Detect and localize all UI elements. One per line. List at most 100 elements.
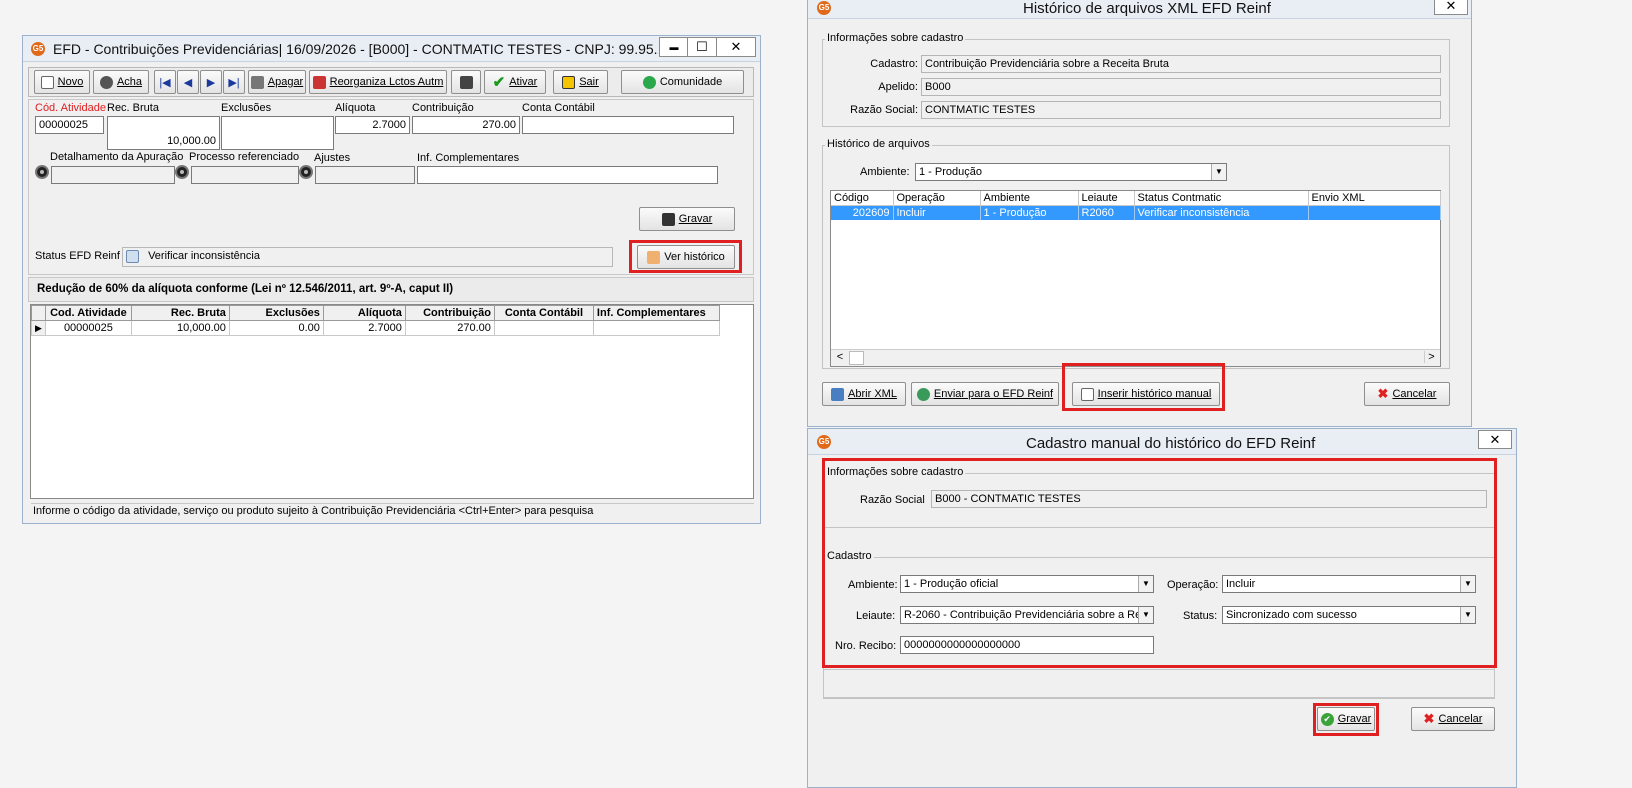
abrir-xml-button[interactable]: Abrir XML: [822, 382, 906, 406]
status-efd-value: Verificar inconsistência: [148, 250, 260, 263]
app-logo-icon: G5: [817, 435, 831, 449]
notice-text: Redução de 60% da alíquota conforme (Lei…: [37, 283, 454, 295]
cell-conta-contabil: [493, 320, 594, 336]
col-cod-atividade[interactable]: Cod. Atividade: [44, 305, 132, 321]
ver-historico-button[interactable]: Ver histórico: [637, 245, 735, 269]
cell-inf-complementares: [592, 320, 720, 336]
cod-atividade-input[interactable]: 00000025: [35, 116, 104, 134]
apagar-button[interactable]: Apagar: [248, 70, 306, 94]
col-contribuicao[interactable]: Contribuição: [404, 305, 495, 321]
printer-icon: [459, 75, 473, 89]
acha-label: Acha: [116, 76, 143, 88]
col-envio-xml[interactable]: Envio XML: [1308, 191, 1441, 206]
ajustes-field[interactable]: [315, 166, 415, 184]
scroll-right-icon[interactable]: >: [1424, 351, 1438, 363]
novo-button[interactable]: Novo: [34, 70, 90, 94]
col-codigo[interactable]: Código: [831, 191, 894, 206]
cadastro-close-button[interactable]: ✕: [1478, 430, 1512, 449]
prev-record-button[interactable]: ◀: [177, 70, 199, 94]
operacao-select[interactable]: Incluir ▼: [1222, 575, 1476, 593]
chevron-down-icon: ▼: [1460, 607, 1475, 623]
processo-radio[interactable]: [175, 165, 189, 179]
binoculars-icon: [99, 75, 113, 89]
comunidade-button[interactable]: Comunidade: [621, 70, 744, 94]
rec-bruta-input[interactable]: 10,000.00: [107, 116, 220, 150]
comunidade-label: Comunidade: [659, 76, 723, 88]
main-window-title: EFD - Contribuições Previdenciárias| 16/…: [53, 41, 666, 57]
cell-ambiente: 1 - Produção: [980, 205, 1079, 220]
history-icon: [647, 250, 661, 264]
minimize-button[interactable]: ▬: [659, 37, 689, 57]
col-ambiente[interactable]: Ambiente: [980, 191, 1079, 206]
conta-contabil-input[interactable]: [522, 116, 734, 134]
scroll-left-icon[interactable]: <: [833, 351, 847, 363]
processo-field[interactable]: [191, 166, 299, 184]
detalhamento-radio[interactable]: [35, 165, 49, 179]
chevron-down-icon: ▼: [1138, 576, 1153, 592]
print-button[interactable]: [451, 70, 481, 94]
cadastro-manual-window: G5 Cadastro manual do histórico do EFD R…: [807, 428, 1517, 788]
status-bar-text: Informe o código da atividade, serviço o…: [31, 503, 754, 518]
exclusoes-input[interactable]: [221, 116, 334, 150]
contribuicao-input[interactable]: 270.00: [412, 116, 520, 134]
ativar-button[interactable]: ✔ Ativar: [484, 70, 546, 94]
inserir-historico-button[interactable]: Inserir histórico manual: [1072, 382, 1220, 406]
close-button[interactable]: ✕: [716, 37, 756, 57]
next-record-button[interactable]: ▶: [200, 70, 222, 94]
table-row[interactable]: 202609 Incluir 1 - Produção R2060 Verifi…: [831, 205, 1441, 220]
cadastro-cancelar-button[interactable]: ✖ Cancelar: [1411, 707, 1495, 731]
maximize-button[interactable]: ☐: [687, 37, 717, 57]
recibo-input[interactable]: 0000000000000000000: [900, 636, 1154, 654]
gravar-button[interactable]: Gravar: [639, 207, 735, 231]
cancelar-label: Cancelar: [1392, 388, 1437, 400]
contribuicao-label: Contribuição: [412, 102, 474, 114]
cod-atividade-label: Cód. Atividade: [35, 102, 106, 114]
cadastro-status-select[interactable]: Sincronizado com sucesso ▼: [1222, 606, 1476, 624]
col-inf-complementares[interactable]: Inf. Complementares: [592, 305, 720, 321]
acha-button[interactable]: Acha: [93, 70, 149, 94]
historico-cancelar-button[interactable]: ✖ Cancelar: [1364, 382, 1450, 406]
col-aliquota[interactable]: Alíquota: [322, 305, 406, 321]
ambiente-select[interactable]: 1 - Produção ▼: [915, 163, 1227, 181]
cadastro-razao-field: B000 - CONTMATIC TESTES: [931, 490, 1487, 508]
reorganize-icon: [312, 75, 326, 89]
col-exclusoes[interactable]: Exclusões: [228, 305, 324, 321]
historico-close-button[interactable]: ✕: [1434, 0, 1468, 15]
sair-button[interactable]: Sair: [553, 70, 608, 94]
col-conta-contabil[interactable]: Conta Contábil: [493, 305, 594, 321]
col-leiaute[interactable]: Leiaute: [1078, 191, 1135, 206]
row-marker-icon: ▶: [31, 320, 46, 336]
cell-cod-atividade: 00000025: [44, 320, 132, 336]
cell-leiaute: R2060: [1078, 205, 1135, 220]
aliquota-input[interactable]: 2.7000: [335, 116, 410, 134]
leiaute-select[interactable]: R-2060 - Contribuição Previdenciária sob…: [900, 606, 1154, 624]
table-row[interactable]: ▶ 00000025 10,000.00 0.00 2.7000 270.00: [31, 320, 720, 336]
historico-info-group-title: Informações sobre cadastro: [825, 32, 966, 44]
cell-codigo: 202609: [831, 205, 894, 220]
cadastro-gravar-button[interactable]: ✔ Gravar: [1317, 707, 1375, 731]
aliquota-label: Alíquota: [335, 102, 376, 114]
cadastro-group-title: Cadastro: [825, 550, 874, 562]
enviar-label: Enviar para o EFD Reinf: [933, 388, 1054, 400]
cadastro-info-group-title: Informações sobre cadastro: [825, 466, 966, 478]
cadastro-ambiente-select[interactable]: 1 - Produção oficial ▼: [900, 575, 1154, 593]
scroll-thumb[interactable]: [849, 351, 864, 365]
col-status-contmatic[interactable]: Status Contmatic: [1134, 191, 1309, 206]
first-record-button[interactable]: |◀: [154, 70, 176, 94]
trash-icon: [250, 75, 264, 89]
last-record-button[interactable]: ▶|: [223, 70, 245, 94]
reorganiza-button[interactable]: Reorganiza Lctos Autm: [309, 70, 447, 94]
inf-complementares-input[interactable]: [417, 166, 718, 184]
enviar-efd-button[interactable]: Enviar para o EFD Reinf: [911, 382, 1059, 406]
last-record-icon: ▶|: [228, 76, 240, 89]
ajustes-radio[interactable]: [299, 165, 313, 179]
ativar-label: Ativar: [509, 76, 538, 88]
horizontal-scrollbar[interactable]: < >: [831, 349, 1440, 366]
col-rec-bruta[interactable]: Rec. Bruta: [130, 305, 230, 321]
conta-contabil-label: Conta Contábil: [522, 102, 595, 114]
cell-exclusoes: 0.00: [228, 320, 324, 336]
inserir-label: Inserir histórico manual: [1097, 388, 1212, 400]
cadastro-ambiente-value: 1 - Produção oficial: [904, 578, 999, 590]
col-operacao[interactable]: Operação: [893, 191, 981, 206]
detalhamento-field[interactable]: [51, 166, 175, 184]
